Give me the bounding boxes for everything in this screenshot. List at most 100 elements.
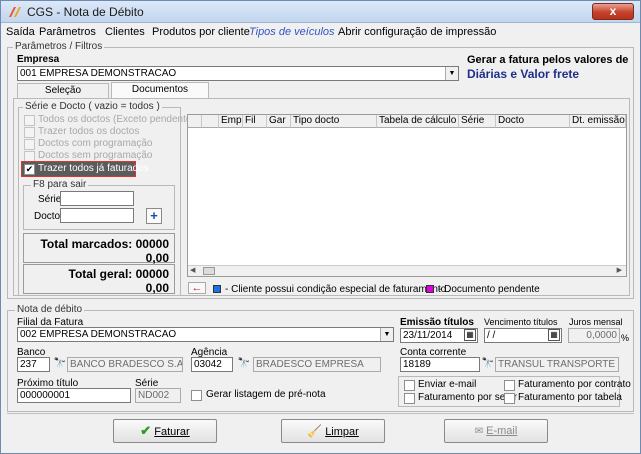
grid-col-docto[interactable]: Docto: [496, 115, 570, 128]
grid-col-tipo-docto[interactable]: Tipo docto: [291, 115, 377, 128]
menu-clientes[interactable]: Clientes: [105, 26, 145, 38]
banco-name-field: BANCO BRADESCO S.A.: [67, 357, 183, 372]
empresa-label: Empresa: [17, 54, 60, 65]
tab-documentos-label: Documentos: [131, 84, 189, 95]
email-button[interactable]: ✉ E-mail: [444, 419, 548, 443]
chevron-down-icon[interactable]: ▼: [445, 67, 458, 80]
f8-docto-input[interactable]: [60, 208, 134, 223]
checkbox-trazer-todos[interactable]: [24, 127, 35, 138]
agencia-code-input[interactable]: 03042: [191, 357, 233, 372]
checkbox-ja-faturados[interactable]: ✔: [24, 164, 35, 175]
conta-search-icon[interactable]: 🔭: [481, 358, 495, 372]
juros-input[interactable]: 0,0000: [568, 328, 620, 343]
menu-parametros[interactable]: Parâmetros: [39, 26, 96, 38]
proximo-input[interactable]: 000000001: [17, 388, 131, 403]
serie-docto-label: Série e Docto ( vazio = todos ): [23, 101, 162, 112]
f8-serie-input[interactable]: [60, 191, 134, 206]
limpar-button[interactable]: 🧹 Limpar: [281, 419, 385, 443]
checkbox-enviar-email[interactable]: [404, 380, 415, 391]
juros-unit: %: [621, 333, 630, 343]
calendar-icon[interactable]: ▦: [464, 329, 476, 341]
filial-chevron-down-icon[interactable]: ▼: [380, 328, 393, 341]
vencimento-value: / /: [487, 330, 496, 341]
total-geral-label: Total geral: 00000: [68, 267, 170, 281]
tab-documentos[interactable]: Documentos: [111, 82, 209, 98]
grid-col-emp[interactable]: Emp: [219, 115, 243, 128]
add-docto-button[interactable]: +: [146, 208, 162, 224]
total-marcados-value: 0,00: [145, 251, 169, 265]
banco-search-icon[interactable]: 🔭: [53, 358, 67, 372]
grid-col-serie[interactable]: Série: [459, 115, 496, 128]
checkbox-todos-doctos[interactable]: [24, 115, 35, 126]
conta-code-input[interactable]: 18189: [400, 357, 480, 372]
filial-value: 002 EMPRESA DEMONSTRACAO: [20, 329, 177, 340]
label-fat-setor: Faturamento por setor: [418, 392, 517, 403]
legend-documento-pendente: - Documento pendente: [438, 284, 540, 295]
app-logo-icon: [9, 7, 21, 17]
legend-magenta-square: [426, 285, 434, 293]
menu-abrir-configuracao[interactable]: Abrir configuração de impressão: [338, 26, 496, 38]
scroll-right-icon[interactable]: ▶: [617, 266, 622, 274]
back-arrow-icon[interactable]: ←: [188, 282, 206, 294]
gerar-fatura-value: Diárias e Valor frete: [467, 67, 580, 81]
conta-name-field: TRANSUL TRANSPORTE LTI: [495, 357, 619, 372]
title-bar: CGS - Nota de Débito x: [1, 1, 640, 23]
documents-grid[interactable]: Emp Fil Gar Tipo docto Tabela de cálculo…: [187, 114, 627, 277]
close-button[interactable]: x: [592, 3, 634, 20]
grid-col-tabela-calculo[interactable]: Tabela de cálculo: [377, 115, 459, 128]
email-label: E-mail: [486, 425, 518, 437]
nota-debito-label: Nota de débito: [15, 304, 85, 315]
tab-selecao[interactable]: Seleção: [17, 83, 109, 98]
emissao-input[interactable]: 23/11/2014 ▦: [400, 328, 478, 343]
filial-select[interactable]: 002 EMPRESA DEMONSTRACAO ▼: [17, 327, 394, 342]
faturar-button[interactable]: ✔ Faturar: [113, 419, 217, 443]
params-group-label: Parâmetros / Filtros: [13, 41, 105, 52]
window-title: CGS - Nota de Débito: [27, 5, 144, 19]
gerar-fatura-label: Gerar a fatura pelos valores de: [467, 54, 629, 66]
juros-label: Juros mensal: [569, 317, 623, 327]
menu-saida[interactable]: Saída: [6, 26, 35, 38]
nota-serie-field: ND002: [135, 388, 181, 403]
grid-horizontal-scrollbar[interactable]: ◀ ▶: [188, 265, 626, 276]
grid-col-fil[interactable]: Fil: [243, 115, 267, 128]
grid-col-blank[interactable]: [202, 115, 219, 128]
grid-col-select[interactable]: [188, 115, 202, 128]
menu-bar: Saída Parâmetros Clientes Produtos por c…: [1, 23, 640, 41]
menu-tipos-veiculos[interactable]: Tipos de veículos: [249, 26, 335, 38]
grid-col-dt-emissao[interactable]: Dt. emissão: [570, 115, 626, 128]
limpar-label: Limpar: [325, 426, 359, 438]
label-trazer-todos: Trazer todos os doctos: [38, 126, 140, 137]
checkbox-gerar-listagem[interactable]: [191, 390, 202, 401]
check-icon: ✔: [140, 423, 152, 438]
scroll-thumb[interactable]: [203, 267, 215, 275]
faturar-label: Faturar: [154, 426, 190, 438]
tab-selecao-label: Seleção: [44, 85, 82, 96]
scroll-left-icon[interactable]: ◀: [190, 266, 195, 274]
checkbox-sem-programacao[interactable]: [24, 151, 35, 162]
vencimento-calendar-icon[interactable]: ▦: [548, 329, 560, 341]
vencimento-input[interactable]: / / ▦: [484, 328, 562, 343]
label-fat-contrato: Faturamento por contrato: [518, 379, 631, 390]
agencia-search-icon[interactable]: 🔭: [237, 358, 251, 372]
legend-blue-square: [213, 285, 221, 293]
grid-col-gar[interactable]: Gar: [267, 115, 291, 128]
main-window: CGS - Nota de Débito x Saída Parâmetros …: [0, 0, 641, 454]
checkbox-fat-tabela[interactable]: [504, 393, 515, 404]
legend-cliente-especial: - Cliente possui condição especial de fa…: [225, 284, 447, 295]
empresa-select[interactable]: 001 EMPRESA DEMONSTRACAO ▼: [17, 66, 459, 81]
label-ja-faturados: Trazer todos já faturados: [38, 163, 149, 174]
total-geral-value: 0,00: [145, 281, 169, 295]
emissao-label: Emissão títulos: [400, 317, 474, 328]
label-gerar-listagem: Gerar listagem de pré-nota: [206, 389, 326, 400]
envelope-icon: ✉: [474, 426, 484, 437]
checkbox-fat-contrato[interactable]: [504, 380, 515, 391]
menu-produtos[interactable]: Produtos por cliente: [152, 26, 250, 38]
banco-code-input[interactable]: 237: [17, 357, 50, 372]
checkbox-fat-setor[interactable]: [404, 393, 415, 404]
label-todos-doctos: Todos os doctos (Exceto pendentes): [38, 114, 200, 125]
f8-docto-label: Docto: [34, 211, 61, 222]
checkbox-com-programacao[interactable]: [24, 139, 35, 150]
label-fat-tabela: Faturamento por tabela: [518, 392, 622, 403]
f8-serie-label: Série: [38, 194, 62, 205]
label-enviar-email: Enviar e-mail: [418, 379, 477, 390]
